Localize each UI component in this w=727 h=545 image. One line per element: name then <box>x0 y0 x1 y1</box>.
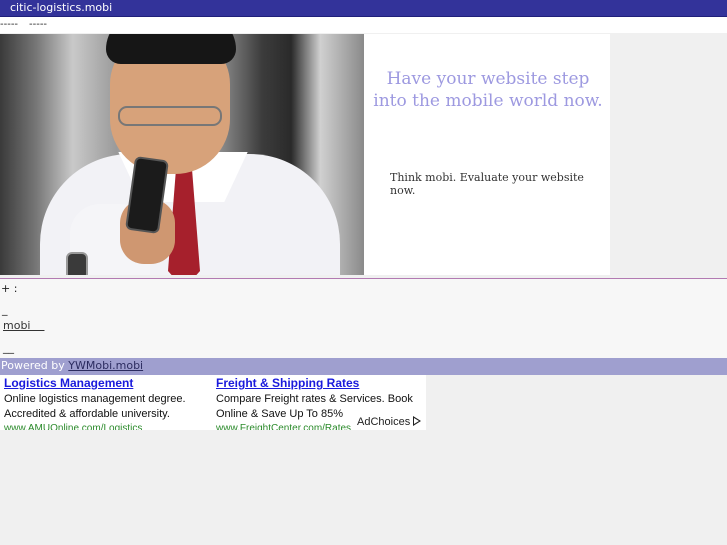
ad-description: Accredited & affordable university. <box>4 408 170 420</box>
ad-description: Compare Freight rates & Services. Book <box>216 393 413 405</box>
adchoices-label: AdChoices <box>357 416 411 428</box>
mobi-link[interactable]: mobi <box>3 319 44 332</box>
powered-by-label: Powered by <box>1 359 69 372</box>
info-panel: + : _ mobi __ <box>0 279 727 358</box>
hero-subtext: Think mobi. Evaluate your website now. <box>390 171 584 197</box>
businessman-photo <box>0 34 364 275</box>
powered-by-link[interactable]: YWMobi.mobi <box>68 359 143 372</box>
ad-url[interactable]: www.AMUOnline.com/Logistics <box>4 422 186 430</box>
site-title: citic-logistics.mobi <box>10 1 113 14</box>
ad-title[interactable]: Logistics Management <box>4 376 186 391</box>
ad-block: Logistics Management Online logistics ma… <box>0 375 426 430</box>
adchoices-button[interactable]: AdChoices <box>357 416 422 428</box>
adchoices-icon <box>413 416 422 426</box>
hero-headline: Have your website step into the mobile w… <box>373 69 603 111</box>
powered-by-bar: Powered by YWMobi.mobi <box>0 358 727 375</box>
info-line-1: + : <box>1 282 18 295</box>
nav-row: ----- ----- <box>0 17 727 33</box>
ad-unit-1[interactable]: Logistics Management Online logistics ma… <box>4 376 186 430</box>
info-line-2: _ <box>2 303 8 316</box>
top-bar: citic-logistics.mobi <box>0 0 727 17</box>
ad-description: Online logistics management degree. <box>4 393 186 405</box>
nav-item-1[interactable]: ----- <box>0 19 18 30</box>
info-line-4: __ <box>3 341 14 354</box>
nav-item-2[interactable]: ----- <box>29 19 47 30</box>
ad-title[interactable]: Freight & Shipping Rates <box>216 376 413 391</box>
hero-banner[interactable]: Have your website step into the mobile w… <box>0 34 610 275</box>
